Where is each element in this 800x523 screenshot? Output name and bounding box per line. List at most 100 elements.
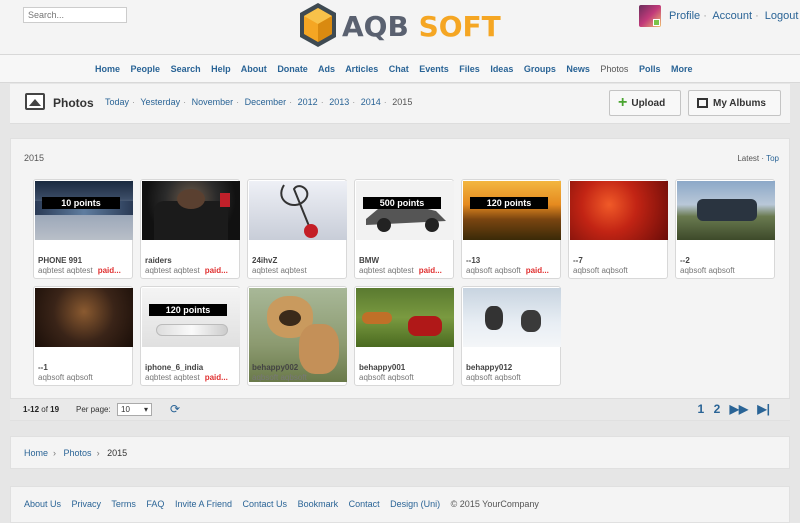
breadcrumb-photos[interactable]: Photos <box>64 448 92 458</box>
refresh-icon[interactable]: ⟳ <box>170 402 180 416</box>
photo-thumbnail[interactable] <box>463 288 561 347</box>
last-icon[interactable]: ▶| <box>757 402 770 416</box>
nav-help[interactable]: Help <box>211 64 231 74</box>
photo-card[interactable]: --1 aqbsoft aqbsoft <box>33 286 133 386</box>
filter-2013[interactable]: 2013 <box>329 97 349 107</box>
photo-title[interactable]: PHONE 991 <box>38 256 82 265</box>
paid-label: paid... <box>97 266 121 275</box>
logo[interactable]: AQB SOFT <box>298 2 510 50</box>
photo-title[interactable]: 24ihvZ <box>252 256 277 265</box>
photo-thumbnail[interactable] <box>463 181 561 240</box>
sort-top[interactable]: Top <box>766 154 779 163</box>
photo-card[interactable]: --7 aqbsoft aqbsoft <box>568 179 668 279</box>
photo-gallery: 2015 Latest · Top 10 points PHONE 991 aq… <box>10 138 790 421</box>
photo-title[interactable]: behappy002 <box>252 363 298 372</box>
nav-polls[interactable]: Polls <box>639 64 661 74</box>
per-page-select[interactable]: 10 <box>117 403 152 416</box>
photo-title[interactable]: iphone_6_india <box>145 363 203 372</box>
avatar[interactable] <box>639 5 661 27</box>
photo-card[interactable]: 120 points iphone_6_india aqbtest aqbtes… <box>140 286 240 386</box>
filter-yesterday[interactable]: Yesterday <box>140 97 180 107</box>
nav-news[interactable]: News <box>566 64 590 74</box>
points-badge: 10 points <box>42 197 120 209</box>
nav-ideas[interactable]: Ideas <box>490 64 513 74</box>
filter-2012[interactable]: 2012 <box>298 97 318 107</box>
photo-title[interactable]: raiders <box>145 256 172 265</box>
page-title: Photos <box>53 96 94 110</box>
photo-title[interactable]: BMW <box>359 256 379 265</box>
photo-card[interactable]: behappy012 aqbsoft aqbsoft <box>461 286 561 386</box>
footer-bookmark[interactable]: Bookmark <box>298 499 339 509</box>
photo-thumbnail[interactable] <box>35 181 133 240</box>
plus-icon: + <box>618 94 628 111</box>
nav-articles[interactable]: Articles <box>345 64 378 74</box>
photo-title[interactable]: behappy001 <box>359 363 405 372</box>
nav-about[interactable]: About <box>241 64 267 74</box>
my-albums-label: My Albums <box>713 97 766 109</box>
photo-card[interactable]: 10 points PHONE 991 aqbtest aqbtest paid.… <box>33 179 133 279</box>
search-input[interactable] <box>23 7 127 23</box>
sort-links: Latest · Top <box>737 154 779 163</box>
nav-photos[interactable]: Photos <box>600 64 628 74</box>
photos-icon <box>25 93 45 110</box>
photo-author: aqbtest aqbtest paid... <box>145 373 228 382</box>
footer-invite[interactable]: Invite A Friend <box>175 499 232 509</box>
photo-thumbnail[interactable] <box>677 181 775 240</box>
nav-search[interactable]: Search <box>171 64 201 74</box>
footer: About Us Privacy Terms FAQ Invite A Frie… <box>10 486 790 523</box>
photo-card[interactable]: --2 aqbsoft aqbsoft <box>675 179 775 279</box>
photo-title[interactable]: --2 <box>680 256 690 265</box>
upload-button[interactable]: + Upload <box>609 90 681 116</box>
nav-groups[interactable]: Groups <box>524 64 556 74</box>
filter-november[interactable]: November <box>192 97 234 107</box>
filter-december[interactable]: December <box>245 97 287 107</box>
photo-card[interactable]: 500 points BMW aqbtest aqbtest paid... <box>354 179 454 279</box>
profile-link[interactable]: Profile <box>669 10 700 22</box>
account-link[interactable]: Account <box>712 10 752 22</box>
per-page-label: Per page: <box>76 405 111 414</box>
nav-more[interactable]: More <box>671 64 693 74</box>
breadcrumb-home[interactable]: Home <box>24 448 48 458</box>
photo-card[interactable]: behappy002 aqbsoft aqbsoft <box>247 286 347 386</box>
footer-design[interactable]: Design (Uni) <box>390 499 440 509</box>
photo-thumbnail[interactable] <box>142 181 240 240</box>
page-2[interactable]: 2 <box>714 402 721 416</box>
nav-chat[interactable]: Chat <box>389 64 409 74</box>
photo-card[interactable]: 24ihvZ aqbtest aqbtest <box>247 179 347 279</box>
nav-donate[interactable]: Donate <box>277 64 308 74</box>
filter-2014[interactable]: 2014 <box>361 97 381 107</box>
footer-privacy[interactable]: Privacy <box>72 499 102 509</box>
photo-card[interactable]: behappy001 aqbsoft aqbsoft <box>354 286 454 386</box>
photo-thumbnail[interactable] <box>142 288 240 347</box>
nav-people[interactable]: People <box>131 64 161 74</box>
gallery-year: 2015 <box>24 153 45 163</box>
nav-files[interactable]: Files <box>459 64 480 74</box>
nav-ads[interactable]: Ads <box>318 64 335 74</box>
footer-about-us[interactable]: About Us <box>24 499 61 509</box>
photo-card[interactable]: raiders aqbtest aqbtest paid... <box>140 179 240 279</box>
photo-thumbnail[interactable] <box>570 181 668 240</box>
my-albums-button[interactable]: My Albums <box>688 90 781 116</box>
footer-terms[interactable]: Terms <box>111 499 136 509</box>
logout-link[interactable]: Logout <box>765 10 799 22</box>
date-filter: Today · Yesterday · November · December · 20… <box>105 97 413 107</box>
sort-latest[interactable]: Latest <box>737 154 759 163</box>
photo-title[interactable]: --7 <box>573 256 583 265</box>
photo-title[interactable]: behappy012 <box>466 363 512 372</box>
nav-home[interactable]: Home <box>95 64 120 74</box>
photo-thumbnail[interactable] <box>249 181 347 240</box>
footer-contact[interactable]: Contact <box>349 499 380 509</box>
nav-events[interactable]: Events <box>419 64 449 74</box>
photo-thumbnail[interactable] <box>35 288 133 347</box>
photo-title[interactable]: --1 <box>38 363 48 372</box>
next-icon[interactable]: ▶▶ <box>730 402 748 416</box>
photo-thumbnail[interactable] <box>356 181 454 240</box>
footer-faq[interactable]: FAQ <box>146 499 164 509</box>
photo-thumbnail[interactable] <box>356 288 454 347</box>
page-1[interactable]: 1 <box>698 402 705 416</box>
filter-today[interactable]: Today <box>105 97 129 107</box>
paid-label: paid... <box>525 266 549 275</box>
footer-contact-us[interactable]: Contact Us <box>243 499 288 509</box>
photo-title[interactable]: --13 <box>466 256 480 265</box>
photo-card[interactable]: 120 points --13 aqbsoft aqbsoft paid... <box>461 179 561 279</box>
